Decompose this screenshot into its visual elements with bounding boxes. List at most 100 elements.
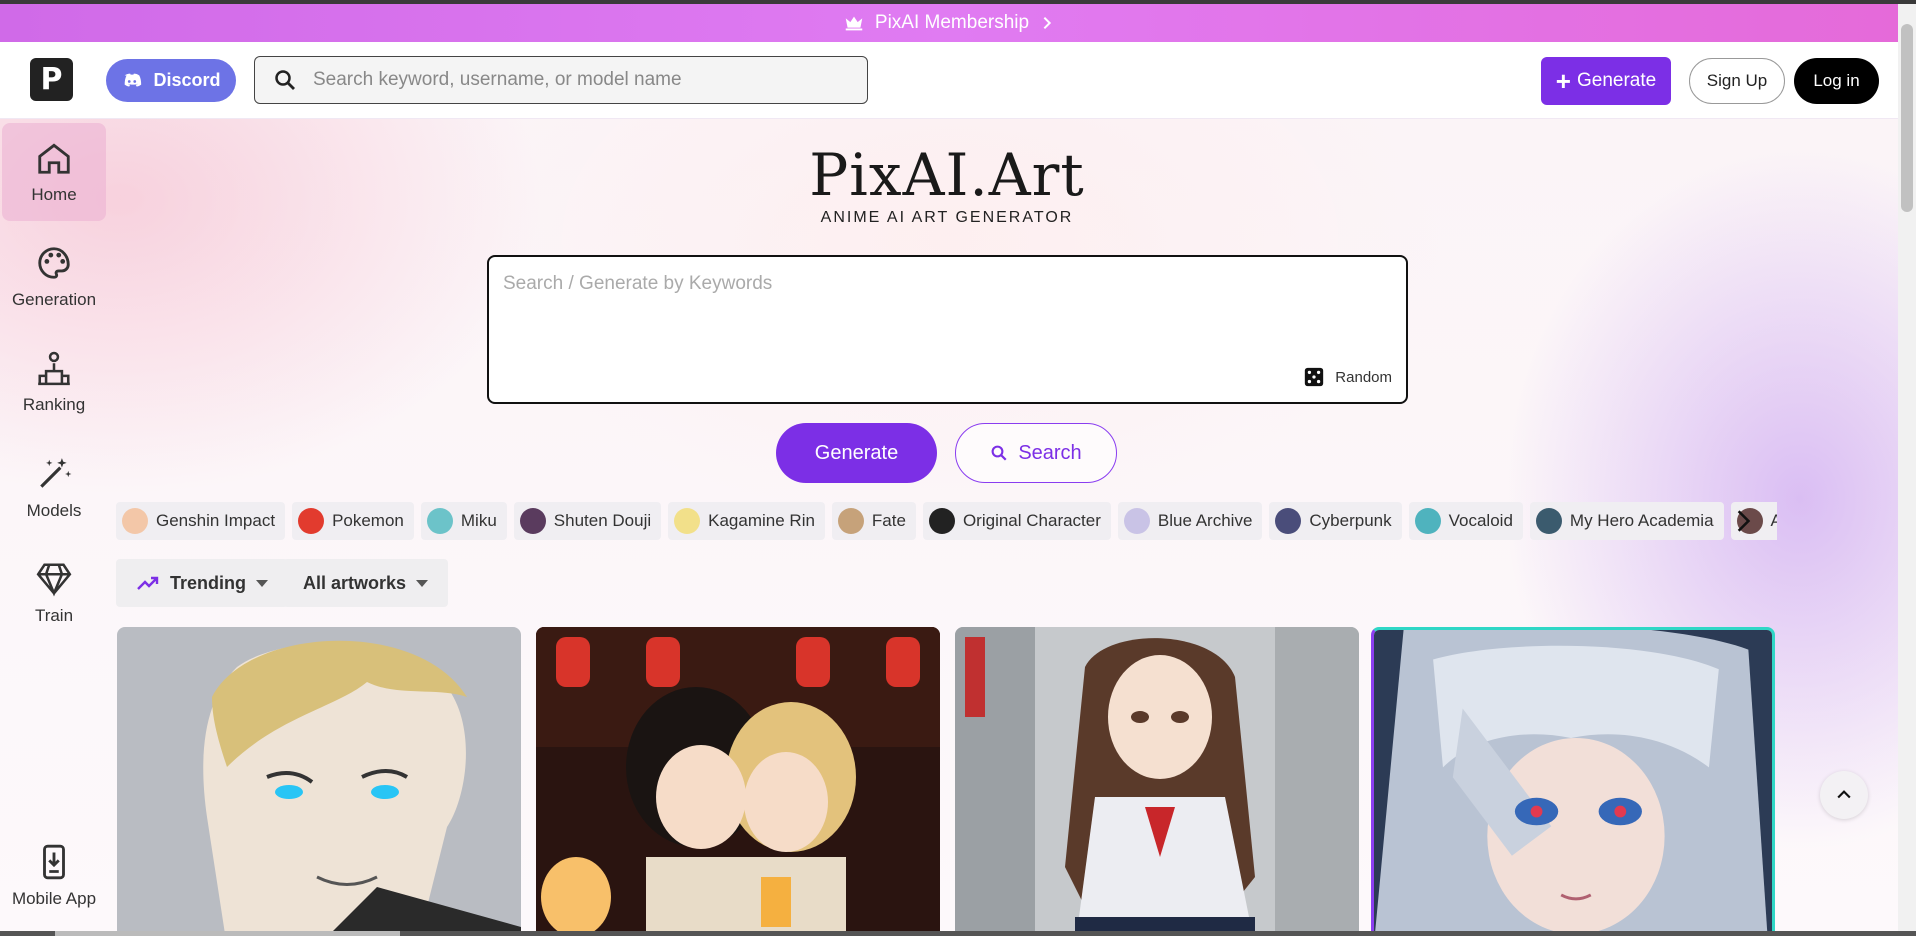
tag-label: Genshin Impact (156, 511, 276, 530)
tag-label: Cyberpunk (1309, 511, 1392, 530)
tag-label: Vocaloid (1448, 511, 1513, 530)
artwork-thumbnail (536, 627, 940, 931)
header-generate-button[interactable]: + Generate (1541, 57, 1671, 105)
tag-chip[interactable]: Genshin Impact (116, 502, 286, 540)
tag-avatar (122, 508, 148, 534)
pixai-logo[interactable]: P (30, 58, 73, 101)
tag-carousel: Genshin Impact Pokemon Miku Shuten Douji Kag… (116, 502, 1777, 542)
chevron-right-icon (1737, 510, 1751, 532)
sidebar-item-home[interactable]: Home (2, 123, 106, 221)
sidebar-item-label: Train (34, 606, 74, 625)
header-generate-label: Generate (1576, 70, 1657, 91)
header-search-input[interactable] (313, 69, 833, 91)
tag-label: My Hero Academia (1569, 511, 1714, 530)
tag-avatar (426, 508, 453, 534)
prompt-box: Random (487, 255, 1408, 404)
log-in-button[interactable]: Log in (1794, 58, 1879, 104)
header-search-box[interactable] (254, 56, 868, 104)
scroll-to-top-button[interactable] (1820, 771, 1868, 819)
palette-icon (38, 247, 70, 279)
tag-label: Attack On Titan (1770, 511, 1777, 530)
sidebar-item-label: Models (26, 501, 82, 520)
prompt-input[interactable] (503, 273, 1383, 363)
chevron-up-icon (1837, 790, 1851, 799)
sidebar-item-generation[interactable]: Generation (2, 228, 106, 326)
sidebar-item-label: Ranking (22, 395, 86, 414)
horizontal-scrollbar[interactable] (0, 931, 1916, 936)
top-header: P Discord + Generate Sign Up Log in (0, 42, 1898, 119)
sidebar-item-label: Home (31, 185, 77, 204)
tag-avatar (1275, 508, 1302, 534)
tag-label: Shuten Douji (553, 511, 652, 530)
search-label: Search (1018, 441, 1082, 464)
ranking-icon (38, 351, 70, 386)
tag-label: Miku (460, 511, 497, 530)
tag-label: Original Character (962, 511, 1101, 530)
sidebar: Home Generation Ranking Models Train Mob… (0, 119, 106, 931)
tag-avatar (298, 508, 325, 534)
trending-icon (137, 576, 159, 590)
scrollbar-thumb[interactable] (1901, 24, 1913, 212)
search-icon (275, 70, 295, 90)
tag-chip[interactable]: Original Character (922, 502, 1111, 540)
tag-avatar (519, 508, 546, 534)
sidebar-item-models[interactable]: Models (2, 439, 106, 537)
tag-avatar (1535, 508, 1562, 534)
artwork-thumbnail (117, 627, 521, 931)
mobile-download-icon (43, 844, 65, 880)
scrollbar-thumb[interactable] (55, 931, 400, 936)
tag-chip[interactable]: My Hero Academia (1529, 502, 1724, 540)
sidebar-item-train[interactable]: Train (2, 544, 106, 642)
hero-title: PixAI.Art (809, 141, 1085, 209)
home-icon (38, 143, 70, 174)
tag-avatar (1123, 508, 1150, 534)
sort-dropdown[interactable]: Trending (116, 559, 288, 607)
tag-label: Fate (871, 511, 906, 530)
tags-next-button[interactable] (1723, 502, 1763, 540)
artwork-card[interactable] (955, 627, 1359, 931)
artwork-type-dropdown[interactable]: All artworks (283, 559, 449, 607)
magic-wand-icon (40, 458, 72, 488)
artwork-thumbnail (955, 627, 1359, 931)
tag-avatar (674, 508, 701, 534)
tag-avatar (928, 508, 955, 534)
generate-button[interactable]: Generate (776, 423, 937, 483)
sidebar-item-ranking[interactable]: Ranking (2, 333, 106, 431)
tag-label: Blue Archive (1157, 511, 1253, 530)
tag-chip[interactable]: Cyberpunk (1269, 502, 1402, 540)
dice-icon (1305, 367, 1324, 387)
discord-button[interactable]: Discord (106, 59, 236, 102)
tag-chip[interactable]: Miku (420, 502, 507, 540)
tag-chip[interactable]: Pokemon (292, 502, 414, 540)
artwork-card[interactable] (536, 627, 940, 931)
hero-subtitle: ANIME AI ART GENERATOR (820, 209, 1074, 226)
sidebar-item-mobile-app[interactable]: Mobile App (2, 827, 106, 925)
tag-chip[interactable]: Shuten Douji (513, 502, 662, 540)
crown-icon (845, 16, 863, 31)
main-content: Home Generation Ranking Models Train Mob… (0, 119, 1898, 931)
sort-label: Trending (170, 572, 246, 593)
membership-banner[interactable]: PixAI Membership (0, 4, 1898, 42)
sidebar-item-label: Mobile App (11, 889, 97, 908)
discord-label: Discord (153, 70, 221, 90)
sign-up-button[interactable]: Sign Up (1689, 58, 1785, 104)
search-button[interactable]: Search (955, 423, 1117, 483)
plus-icon: + (1555, 66, 1571, 96)
search-icon (991, 445, 1007, 461)
tag-chip[interactable]: Blue Archive (1117, 502, 1263, 540)
artwork-card[interactable] (117, 627, 521, 931)
discord-icon (125, 73, 142, 86)
membership-label: PixAI Membership (874, 12, 1030, 33)
vertical-scrollbar[interactable] (1898, 4, 1916, 931)
artwork-type-label: All artworks (303, 572, 407, 593)
tag-avatar (1414, 508, 1441, 534)
tag-chip[interactable]: Vocaloid (1408, 502, 1523, 540)
artwork-thumbnail (1374, 630, 1772, 931)
tag-avatar (837, 508, 864, 534)
tag-chip[interactable]: Fate (831, 502, 916, 540)
tag-chip[interactable]: Kagamine Rin (668, 502, 825, 540)
tag-label: Pokemon (332, 511, 404, 530)
random-button[interactable]: Random (1303, 366, 1392, 388)
artwork-card-selected[interactable] (1371, 627, 1775, 931)
random-label: Random (1335, 368, 1392, 386)
